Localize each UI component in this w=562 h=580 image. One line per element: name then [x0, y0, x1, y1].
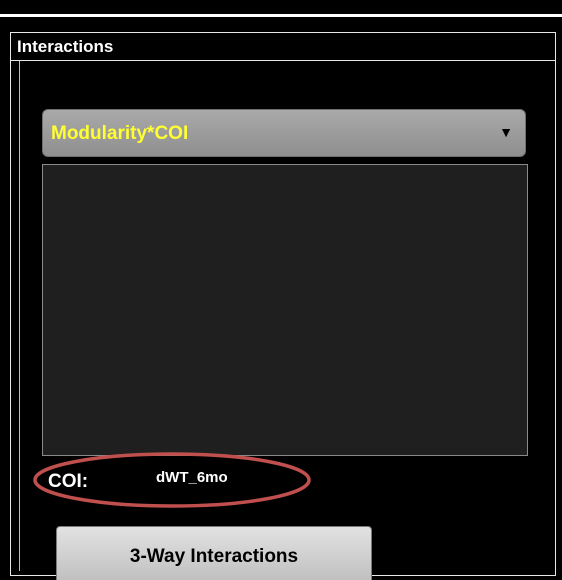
- interaction-term-value: Modularity*COI: [51, 123, 189, 144]
- coi-label: COI:: [48, 471, 89, 492]
- panel-body: Modularity*COI ▼ COI: dWT_6mo 3-Way Inte…: [19, 61, 547, 580]
- panel-title: Interactions: [17, 37, 114, 56]
- interaction-term-select[interactable]: Modularity*COI ▼: [42, 109, 526, 157]
- panel-header: Interactions: [11, 33, 555, 61]
- interaction-results-area[interactable]: [42, 164, 528, 456]
- page: Interactions Modularity*COI ▼ COI: dWT_6…: [0, 0, 562, 580]
- coi-value: dWT_6mo: [156, 469, 228, 486]
- chevron-down-icon: ▼: [499, 124, 513, 140]
- interactions-panel: Interactions Modularity*COI ▼ COI: dWT_6…: [10, 32, 556, 580]
- top-divider: [0, 14, 562, 17]
- three-way-interactions-button[interactable]: 3-Way Interactions: [56, 526, 372, 580]
